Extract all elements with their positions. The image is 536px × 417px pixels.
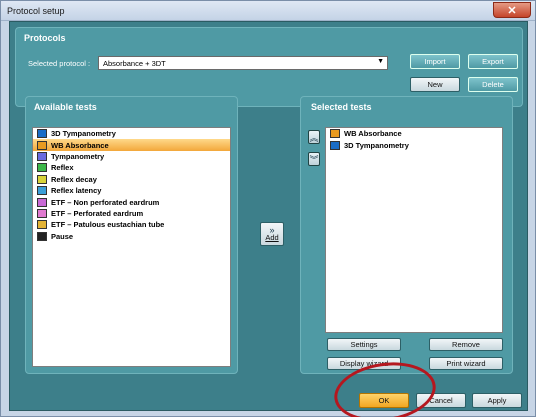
title-bar: Protocol setup ✕ — [1, 1, 535, 21]
list-item[interactable]: Pause — [33, 231, 230, 242]
list-item-label: WB Absorbance — [51, 140, 109, 150]
chevron-down-icon: ▼ — [377, 58, 384, 65]
selected-tests-title: Selected tests — [311, 102, 372, 112]
close-button[interactable]: ✕ — [493, 2, 531, 18]
print-wizard-button[interactable]: Print wizard — [429, 357, 503, 370]
reflex-latency-icon — [37, 186, 47, 196]
list-item[interactable]: WB Absorbance — [326, 128, 502, 139]
settings-button-label: Settings — [350, 340, 378, 349]
list-item[interactable]: 3D Tympanometry — [33, 128, 230, 139]
etf-perforated-icon — [37, 208, 47, 218]
selected-protocol-value: Absorbance + 3DT — [103, 59, 166, 68]
protocols-title: Protocols — [24, 33, 66, 43]
list-item-label: WB Absorbance — [344, 129, 402, 139]
remove-button-label: Remove — [452, 340, 480, 349]
list-item-label: Reflex decay — [51, 174, 97, 184]
available-tests-panel: Available tests 3D Tympanometry WB Absorb… — [25, 96, 238, 374]
list-item[interactable]: Reflex latency — [33, 185, 230, 196]
new-button-label: New — [427, 80, 443, 89]
export-button-label: Export — [482, 57, 504, 66]
wb-absorbance-icon — [330, 129, 340, 139]
new-button[interactable]: New — [410, 77, 460, 92]
add-button[interactable]: » Add — [260, 222, 284, 246]
import-button[interactable]: Import — [410, 54, 460, 69]
list-item-label: 3D Tympanometry — [51, 129, 116, 139]
list-item-label: ETF – Patulous eustachian tube — [51, 220, 165, 230]
reflex-decay-icon — [37, 174, 47, 184]
selected-protocol-dropdown[interactable]: Absorbance + 3DT ▼ — [98, 56, 388, 70]
apply-button-label: Apply — [487, 396, 507, 405]
import-button-label: Import — [424, 57, 446, 66]
list-item[interactable]: WB Absorbance — [33, 139, 230, 151]
etf-patulous-icon — [37, 220, 47, 230]
move-up-button[interactable]: ︽ — [308, 130, 320, 144]
list-item-label: Reflex latency — [51, 186, 102, 196]
list-item-label: ETF – Perforated eardrum — [51, 208, 144, 218]
selected-protocol-label: Selected protocol : — [28, 59, 91, 68]
delete-button[interactable]: Delete — [468, 77, 518, 92]
list-item[interactable]: Reflex — [33, 162, 230, 173]
tympanometry-3d-icon — [330, 140, 340, 150]
export-button[interactable]: Export — [468, 54, 518, 69]
tympanometry-3d-icon — [37, 129, 47, 139]
chevron-down-icon: ︾ — [309, 154, 319, 165]
add-button-label: Add — [265, 233, 279, 242]
list-item[interactable]: ETF – Patulous eustachian tube — [33, 219, 230, 230]
list-item[interactable]: 3D Tympanometry — [326, 139, 502, 150]
apply-button[interactable]: Apply — [472, 393, 522, 408]
protocols-section: Protocols Selected protocol : Absorbance… — [15, 27, 523, 107]
list-item[interactable]: Reflex decay — [33, 174, 230, 185]
window-title: Protocol setup — [7, 6, 65, 16]
list-item-label: 3D Tympanometry — [344, 140, 409, 150]
etf-non-perforated-icon — [37, 197, 47, 207]
dialog-body: Protocols Selected protocol : Absorbance… — [9, 21, 528, 411]
tympanometry-icon — [37, 151, 47, 161]
list-item[interactable]: ETF – Perforated eardrum — [33, 208, 230, 219]
selected-tests-list[interactable]: WB Absorbance 3D Tympanometry — [325, 127, 503, 333]
remove-button[interactable]: Remove — [429, 338, 503, 351]
list-item-label: Reflex — [51, 163, 74, 173]
protocol-setup-window: Protocol setup ✕ Protocols Selected prot… — [0, 0, 536, 417]
move-down-button[interactable]: ︾ — [308, 152, 320, 166]
close-icon: ✕ — [507, 4, 517, 17]
settings-button[interactable]: Settings — [327, 338, 401, 351]
wb-absorbance-icon — [37, 140, 47, 150]
list-item-label: ETF – Non perforated eardrum — [51, 197, 160, 207]
delete-button-label: Delete — [482, 80, 504, 89]
available-tests-list[interactable]: 3D Tympanometry WB Absorbance Tympanometry… — [32, 127, 231, 367]
reflex-icon — [37, 163, 47, 173]
chevron-up-icon: ︽ — [309, 132, 319, 143]
available-tests-title: Available tests — [34, 102, 97, 112]
list-item-label: Pause — [51, 231, 74, 241]
list-item[interactable]: ETF – Non perforated eardrum — [33, 196, 230, 207]
pause-icon — [37, 231, 47, 241]
list-item[interactable]: Tympanometry — [33, 151, 230, 162]
selected-tests-panel: Selected tests ︽ ︾ WB Absorbance 3D Tympa… — [300, 96, 513, 374]
print-wizard-button-label: Print wizard — [446, 359, 486, 368]
list-item-label: Tympanometry — [51, 151, 105, 161]
